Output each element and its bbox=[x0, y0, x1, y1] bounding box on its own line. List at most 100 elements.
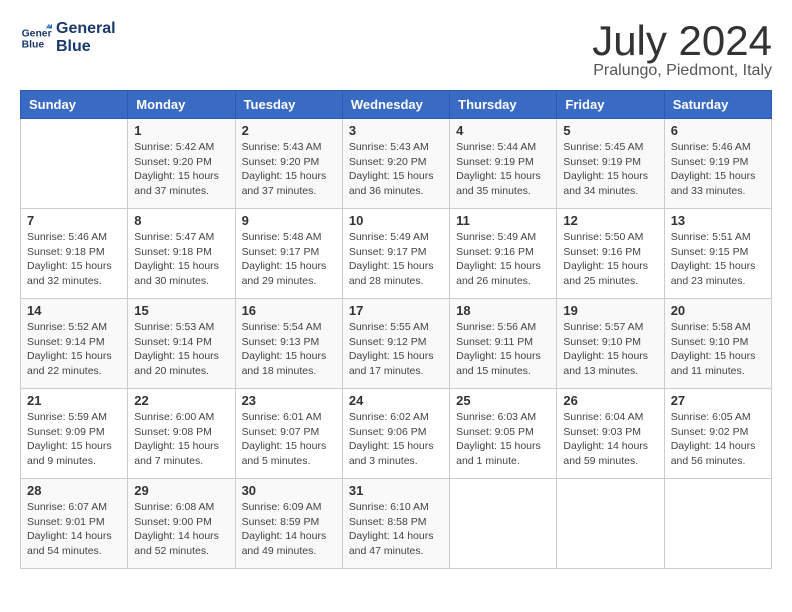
calendar-cell: 11 Sunrise: 5:49 AMSunset: 9:16 PMDayligh… bbox=[450, 209, 557, 299]
day-info: Sunrise: 5:46 AMSunset: 9:18 PMDaylight:… bbox=[27, 230, 121, 289]
svg-text:Blue: Blue bbox=[22, 39, 45, 50]
day-info: Sunrise: 6:08 AMSunset: 9:00 PMDaylight:… bbox=[134, 500, 228, 559]
calendar-cell: 27 Sunrise: 6:05 AMSunset: 9:02 PMDayligh… bbox=[664, 389, 771, 479]
day-number: 3 bbox=[349, 123, 443, 138]
day-number: 10 bbox=[349, 213, 443, 228]
calendar-cell: 21Sunrise: 5:59 AMSunset: 9:09 PMDayligh… bbox=[21, 389, 128, 479]
day-info: Sunrise: 6:01 AMSunset: 9:07 PMDaylight:… bbox=[242, 410, 336, 469]
calendar-cell: 22Sunrise: 6:00 AMSunset: 9:08 PMDayligh… bbox=[128, 389, 235, 479]
calendar-cell: 25 Sunrise: 6:03 AMSunset: 9:05 PMDayligh… bbox=[450, 389, 557, 479]
calendar-cell: 14Sunrise: 5:52 AMSunset: 9:14 PMDayligh… bbox=[21, 299, 128, 389]
title-block: July 2024 Pralungo, Piedmont, Italy bbox=[592, 20, 772, 80]
calendar-cell: 19Sunrise: 5:57 AMSunset: 9:10 PMDayligh… bbox=[557, 299, 664, 389]
calendar-cell: 1 Sunrise: 5:42 AMSunset: 9:20 PMDaylight… bbox=[128, 119, 235, 209]
day-info: Sunrise: 6:05 AMSunset: 9:02 PMDaylight:… bbox=[671, 410, 765, 469]
day-info: Sunrise: 6:09 AMSunset: 8:59 PMDaylight:… bbox=[242, 500, 336, 559]
day-info: Sunrise: 5:42 AMSunset: 9:20 PMDaylight:… bbox=[134, 140, 228, 199]
day-info: Sunrise: 5:57 AMSunset: 9:10 PMDaylight:… bbox=[563, 320, 657, 379]
day-number: 16 bbox=[242, 303, 336, 318]
day-info: Sunrise: 5:43 AMSunset: 9:20 PMDaylight:… bbox=[242, 140, 336, 199]
calendar-cell: 3 Sunrise: 5:43 AMSunset: 9:20 PMDaylight… bbox=[342, 119, 449, 209]
calendar-cell: 15Sunrise: 5:53 AMSunset: 9:14 PMDayligh… bbox=[128, 299, 235, 389]
day-number: 6 bbox=[671, 123, 765, 138]
calendar-cell: 9Sunrise: 5:48 AMSunset: 9:17 PMDaylight… bbox=[235, 209, 342, 299]
day-info: Sunrise: 6:02 AMSunset: 9:06 PMDaylight:… bbox=[349, 410, 443, 469]
day-number: 2 bbox=[242, 123, 336, 138]
calendar-cell: 13 Sunrise: 5:51 AMSunset: 9:15 PMDayligh… bbox=[664, 209, 771, 299]
day-info: Sunrise: 6:10 AMSunset: 8:58 PMDaylight:… bbox=[349, 500, 443, 559]
calendar-cell: 28 Sunrise: 6:07 AMSunset: 9:01 PMDayligh… bbox=[21, 479, 128, 569]
day-info: Sunrise: 5:45 AMSunset: 9:19 PMDaylight:… bbox=[563, 140, 657, 199]
day-info: Sunrise: 5:47 AMSunset: 9:18 PMDaylight:… bbox=[134, 230, 228, 289]
day-info: Sunrise: 5:58 AMSunset: 9:10 PMDaylight:… bbox=[671, 320, 765, 379]
day-number: 14 bbox=[27, 303, 121, 318]
day-info: Sunrise: 6:04 AMSunset: 9:03 PMDaylight:… bbox=[563, 410, 657, 469]
calendar-cell: 31 Sunrise: 6:10 AMSunset: 8:58 PMDayligh… bbox=[342, 479, 449, 569]
day-number: 28 bbox=[27, 483, 121, 498]
day-number: 17 bbox=[349, 303, 443, 318]
calendar-cell: 6 Sunrise: 5:46 AMSunset: 9:19 PMDaylight… bbox=[664, 119, 771, 209]
day-info: Sunrise: 6:03 AMSunset: 9:05 PMDaylight:… bbox=[456, 410, 550, 469]
calendar-cell: 17 Sunrise: 5:55 AMSunset: 9:12 PMDayligh… bbox=[342, 299, 449, 389]
week-row-1: 1 Sunrise: 5:42 AMSunset: 9:20 PMDaylight… bbox=[21, 119, 772, 209]
day-info: Sunrise: 5:53 AMSunset: 9:14 PMDaylight:… bbox=[134, 320, 228, 379]
calendar-cell: 5 Sunrise: 5:45 AMSunset: 9:19 PMDaylight… bbox=[557, 119, 664, 209]
week-row-2: 7Sunrise: 5:46 AMSunset: 9:18 PMDaylight… bbox=[21, 209, 772, 299]
calendar-cell: 20Sunrise: 5:58 AMSunset: 9:10 PMDayligh… bbox=[664, 299, 771, 389]
header-thursday: Thursday bbox=[450, 91, 557, 119]
logo-general: General bbox=[56, 20, 116, 38]
header-wednesday: Wednesday bbox=[342, 91, 449, 119]
day-number: 8 bbox=[134, 213, 228, 228]
day-number: 11 bbox=[456, 213, 550, 228]
calendar-table: SundayMondayTuesdayWednesdayThursdayFrid… bbox=[20, 90, 772, 569]
week-row-5: 28 Sunrise: 6:07 AMSunset: 9:01 PMDayligh… bbox=[21, 479, 772, 569]
day-number: 13 bbox=[671, 213, 765, 228]
day-info: Sunrise: 5:49 AMSunset: 9:17 PMDaylight:… bbox=[349, 230, 443, 289]
day-info: Sunrise: 5:44 AMSunset: 9:19 PMDaylight:… bbox=[456, 140, 550, 199]
day-number: 30 bbox=[242, 483, 336, 498]
calendar-cell: 29 Sunrise: 6:08 AMSunset: 9:00 PMDayligh… bbox=[128, 479, 235, 569]
svg-text:General: General bbox=[22, 28, 52, 39]
location: Pralungo, Piedmont, Italy bbox=[592, 62, 772, 80]
day-info: Sunrise: 5:51 AMSunset: 9:15 PMDaylight:… bbox=[671, 230, 765, 289]
calendar-cell: 16Sunrise: 5:54 AMSunset: 9:13 PMDayligh… bbox=[235, 299, 342, 389]
day-info: Sunrise: 5:49 AMSunset: 9:16 PMDaylight:… bbox=[456, 230, 550, 289]
calendar-cell: 26 Sunrise: 6:04 AMSunset: 9:03 PMDayligh… bbox=[557, 389, 664, 479]
calendar-cell: 10 Sunrise: 5:49 AMSunset: 9:17 PMDayligh… bbox=[342, 209, 449, 299]
calendar-cell bbox=[557, 479, 664, 569]
calendar-body: 1 Sunrise: 5:42 AMSunset: 9:20 PMDaylight… bbox=[21, 119, 772, 569]
week-row-3: 14Sunrise: 5:52 AMSunset: 9:14 PMDayligh… bbox=[21, 299, 772, 389]
day-number: 29 bbox=[134, 483, 228, 498]
header-saturday: Saturday bbox=[664, 91, 771, 119]
header-sunday: Sunday bbox=[21, 91, 128, 119]
week-row-4: 21Sunrise: 5:59 AMSunset: 9:09 PMDayligh… bbox=[21, 389, 772, 479]
calendar-cell: 30 Sunrise: 6:09 AMSunset: 8:59 PMDayligh… bbox=[235, 479, 342, 569]
day-info: Sunrise: 5:43 AMSunset: 9:20 PMDaylight:… bbox=[349, 140, 443, 199]
day-number: 5 bbox=[563, 123, 657, 138]
day-number: 25 bbox=[456, 393, 550, 408]
day-number: 1 bbox=[134, 123, 228, 138]
calendar-cell bbox=[450, 479, 557, 569]
page-header: General Blue General Blue July 2024 Pral… bbox=[20, 20, 772, 80]
header-monday: Monday bbox=[128, 91, 235, 119]
day-number: 26 bbox=[563, 393, 657, 408]
day-info: Sunrise: 5:55 AMSunset: 9:12 PMDaylight:… bbox=[349, 320, 443, 379]
day-number: 23 bbox=[242, 393, 336, 408]
day-info: Sunrise: 5:46 AMSunset: 9:19 PMDaylight:… bbox=[671, 140, 765, 199]
calendar-cell bbox=[664, 479, 771, 569]
day-number: 9 bbox=[242, 213, 336, 228]
header-friday: Friday bbox=[557, 91, 664, 119]
calendar-cell: 2 Sunrise: 5:43 AMSunset: 9:20 PMDaylight… bbox=[235, 119, 342, 209]
day-number: 12 bbox=[563, 213, 657, 228]
logo: General Blue General Blue bbox=[20, 20, 116, 55]
day-info: Sunrise: 6:07 AMSunset: 9:01 PMDaylight:… bbox=[27, 500, 121, 559]
day-number: 27 bbox=[671, 393, 765, 408]
day-number: 31 bbox=[349, 483, 443, 498]
calendar-cell: 12Sunrise: 5:50 AMSunset: 9:16 PMDayligh… bbox=[557, 209, 664, 299]
logo-icon: General Blue bbox=[20, 22, 52, 54]
calendar-header-row: SundayMondayTuesdayWednesdayThursdayFrid… bbox=[21, 91, 772, 119]
day-number: 18 bbox=[456, 303, 550, 318]
calendar-cell: 4Sunrise: 5:44 AMSunset: 9:19 PMDaylight… bbox=[450, 119, 557, 209]
calendar-cell: 23 Sunrise: 6:01 AMSunset: 9:07 PMDayligh… bbox=[235, 389, 342, 479]
day-info: Sunrise: 5:56 AMSunset: 9:11 PMDaylight:… bbox=[456, 320, 550, 379]
